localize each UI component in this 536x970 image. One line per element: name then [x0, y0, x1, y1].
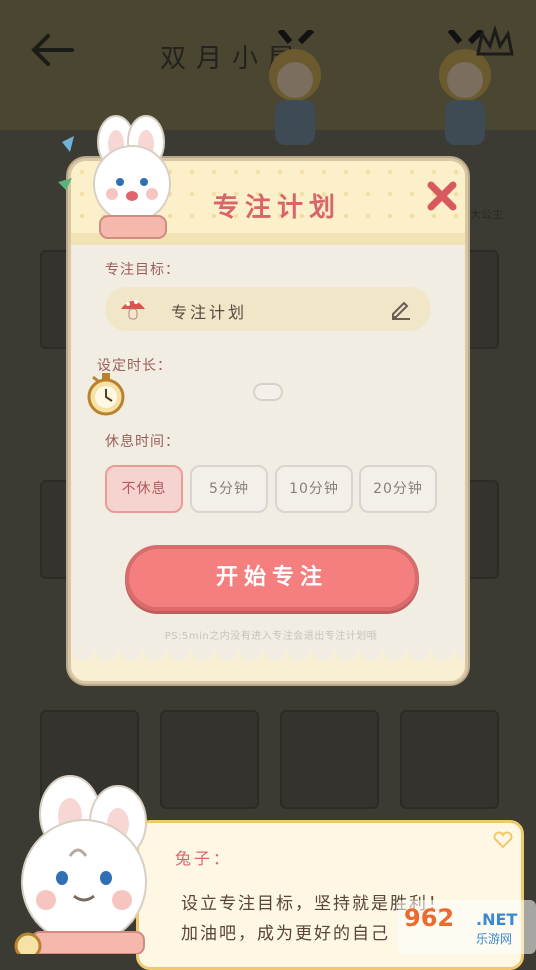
dialogue-line-2: 加油吧，成为更好的自己	[181, 924, 390, 944]
goal-value: 专注计划	[171, 303, 248, 322]
speaker-name: 兔子：	[175, 849, 233, 868]
goal-label: 专注目标：	[105, 262, 180, 278]
mushroom-icon	[119, 295, 147, 323]
close-icon[interactable]	[425, 179, 459, 213]
rest-option-10min[interactable]: 10分钟	[275, 465, 353, 513]
rest-option-none[interactable]: 不休息	[105, 465, 183, 513]
rest-label: 休息时间：	[105, 434, 180, 450]
rabbit-speaker-icon	[4, 770, 164, 960]
back-arrow-icon[interactable]	[28, 32, 76, 68]
heart-icon	[493, 831, 513, 849]
dialog-title: 专注计划	[213, 193, 342, 223]
goal-input[interactable]: 专注计划	[105, 287, 431, 331]
watermark-logo: 962 .NET 乐游网	[398, 900, 536, 954]
watermark-net: .NET	[476, 910, 518, 929]
watermark-sub: 乐游网	[476, 932, 513, 946]
rest-option-5min[interactable]: 5分钟	[190, 465, 268, 513]
stopwatch-icon	[85, 367, 127, 417]
ps-note: PS:5min之内没有进入专注会退出专注计划哦	[164, 631, 378, 642]
pencil-icon[interactable]	[389, 297, 413, 321]
rest-option-20min[interactable]: 20分钟	[359, 465, 437, 513]
girl-character-icon	[250, 27, 340, 150]
dialog-footer-decoration	[71, 649, 465, 681]
crown-icon[interactable]	[472, 22, 518, 68]
start-focus-button[interactable]: 开始专注	[125, 545, 419, 611]
background-small-text: 大公主	[470, 208, 503, 221]
rabbit-mascot-icon	[56, 112, 186, 240]
watermark-number: 962	[404, 904, 455, 932]
duration-slider-handle[interactable]	[253, 383, 283, 401]
